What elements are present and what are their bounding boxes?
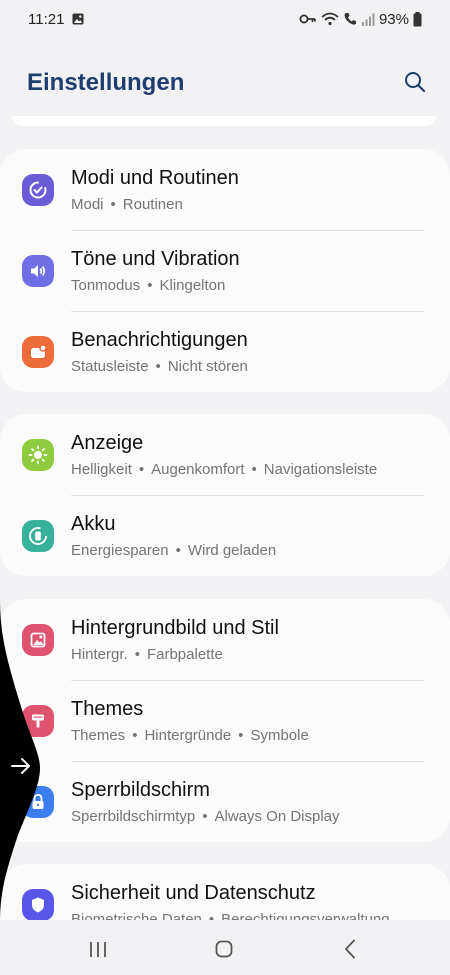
item-title: Modi und Routinen	[71, 167, 239, 189]
item-title: Sperrbildschirm	[71, 779, 210, 801]
page-title: Einstellungen	[27, 69, 185, 96]
settings-item-benachrichtigungen[interactable]: Benachrichtigungen Statusleiste • Nicht st…	[0, 311, 450, 393]
signal-icon	[361, 13, 375, 26]
call-icon	[344, 13, 356, 25]
arrow-right-icon[interactable]	[10, 757, 32, 775]
item-subtitle: Themes • Hintergründe • Symbole	[71, 727, 309, 744]
status-icons: 93%	[299, 10, 422, 28]
item-subtitle: Tonmodus • Klingelton	[71, 277, 226, 294]
settings-item-akku[interactable]: Akku Energiesparen • Wird geladen	[0, 495, 450, 577]
item-title: Töne und Vibration	[71, 248, 240, 270]
navigation-bar	[0, 920, 450, 975]
item-subtitle: Hintergr. • Farbpalette	[71, 646, 223, 663]
modes-icon	[22, 174, 54, 206]
settings-item-anzeige[interactable]: Anzeige Helligkeit • Augenkomfort • Navigati…	[0, 414, 450, 496]
battery-percentage: 93%	[378, 10, 409, 28]
item-subtitle: Modi • Routinen	[71, 196, 183, 213]
back-icon[interactable]	[344, 939, 356, 959]
item-subtitle: Biometrische Daten • Berechtigungsverwaltu…	[71, 911, 390, 920]
item-title: Benachrichtigungen	[71, 329, 248, 351]
search-icon[interactable]	[404, 71, 426, 93]
item-title: Akku	[71, 513, 116, 535]
previous-card-edge	[12, 116, 436, 126]
status-time: 11:21	[28, 11, 65, 28]
settings-group-2: Anzeige Helligkeit • Augenkomfort • Navigati…	[0, 414, 450, 576]
wifi-icon	[321, 12, 339, 26]
battery-icon	[413, 11, 422, 26]
item-subtitle: Statusleiste • Nicht stören	[71, 358, 248, 375]
item-title: Sicherheit und Datenschutz	[71, 882, 316, 904]
home-icon[interactable]	[215, 940, 233, 958]
sound-icon	[22, 255, 54, 287]
recent-apps-icon[interactable]	[89, 941, 107, 958]
item-title: Anzeige	[71, 432, 144, 454]
item-title: Hintergrundbild und Stil	[71, 617, 279, 639]
battery-care-icon	[22, 520, 54, 552]
brightness-icon	[22, 439, 54, 471]
settings-item-modi-und-routinen[interactable]: Modi und Routinen Modi • Routinen	[0, 149, 450, 231]
item-title: Themes	[71, 698, 144, 720]
item-subtitle: Energiesparen • Wird geladen	[71, 542, 277, 559]
item-subtitle: Sperrbildschirmtyp • Always On Display	[71, 808, 340, 825]
image-notification-icon	[72, 13, 84, 25]
status-bar: 11:21 93%	[0, 0, 450, 40]
vpn-key-icon	[299, 14, 316, 24]
settings-item-toene-und-vibration[interactable]: Töne und Vibration Tonmodus • Klingelton	[0, 230, 450, 312]
settings-group-1: Modi und Routinen Modi • Routinen Töne und…	[0, 149, 450, 392]
item-subtitle: Helligkeit • Augenkomfort • Navigationsleist…	[71, 461, 378, 478]
notification-icon	[22, 336, 54, 368]
app-header: Einstellungen	[0, 60, 450, 110]
